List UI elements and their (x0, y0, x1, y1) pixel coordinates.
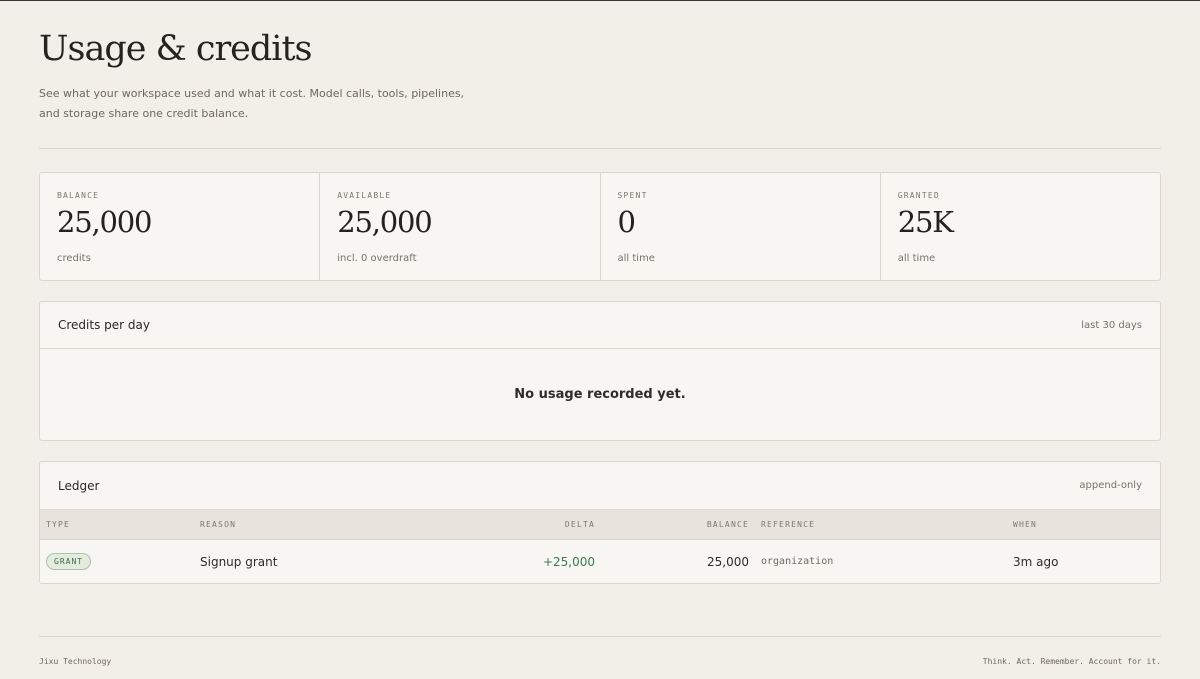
table-header-row: TYPE REASON DELTA BALANCE REFERENCE WHEN (40, 509, 1160, 540)
column-header-reason[interactable]: REASON (194, 510, 444, 540)
column-header-balance[interactable]: BALANCE (601, 510, 755, 540)
column-header-delta[interactable]: DELTA (444, 510, 601, 540)
empty-state-message: No usage recorded yet. (514, 387, 686, 402)
cell-when: 3m ago (1013, 554, 1059, 569)
stat-available: AVAILABLE 25,000 incl. 0 overdraft (320, 173, 601, 280)
cell-reason: Signup grant (200, 554, 278, 569)
stat-balance: BALANCE 25,000 credits (40, 173, 321, 280)
stat-label: BALANCE (57, 191, 100, 200)
stats-row: BALANCE 25,000 credits AVAILABLE 25,000 … (39, 172, 1161, 281)
divider (39, 636, 1161, 637)
stat-value: 25,000 (337, 205, 432, 239)
stat-value: 0 (617, 205, 636, 239)
stat-label: SPENT (617, 191, 648, 200)
stat-sub: credits (57, 253, 91, 264)
divider (39, 148, 1161, 149)
panel-title: Ledger (58, 478, 100, 493)
cell-type: GRANT (40, 540, 194, 584)
cell-reference: organization (761, 556, 834, 568)
footer-company: Jixu Technology (39, 657, 112, 666)
column-header-type[interactable]: TYPE (40, 510, 194, 540)
credits-per-day-panel: Credits per day last 30 days No usage re… (39, 301, 1161, 441)
ledger-table: TYPE REASON DELTA BALANCE REFERENCE WHEN… (40, 509, 1160, 584)
stat-value: 25,000 (57, 205, 152, 239)
page-title: Usage & credits (39, 29, 313, 69)
page-subtitle: See what your workspace used and what it… (39, 87, 465, 120)
cell-delta: +25,000 (542, 554, 595, 569)
cell-balance: 25,000 (707, 554, 749, 569)
column-header-when[interactable]: WHEN (1007, 510, 1160, 540)
column-header-reference[interactable]: REFERENCE (755, 510, 1007, 540)
stat-label: AVAILABLE (337, 191, 392, 200)
panel-header: Ledger append-only (40, 462, 1160, 509)
stat-sub: all time (897, 253, 936, 264)
type-badge: GRANT (46, 553, 92, 571)
stat-label: GRANTED (897, 191, 940, 200)
panel-title: Credits per day (58, 318, 150, 332)
panel-meta: append-only (1079, 480, 1142, 491)
table-row[interactable]: GRANT Signup grant +25,000 25,000 organi… (40, 540, 1160, 584)
panel-header: Credits per day last 30 days (40, 302, 1160, 349)
stat-value: 25K (897, 205, 954, 239)
footer-tagline: Think. Act. Remember. Account for it. (982, 657, 1161, 666)
stat-granted: GRANTED 25K all time (881, 173, 1160, 280)
stat-sub: all time (617, 253, 655, 264)
panel-meta: last 30 days (1081, 319, 1142, 331)
ledger-panel: Ledger append-only TYPE REASON DELTA BAL… (39, 461, 1161, 584)
stat-spent: SPENT 0 all time (601, 173, 881, 280)
stat-sub: incl. 0 overdraft (337, 253, 417, 264)
